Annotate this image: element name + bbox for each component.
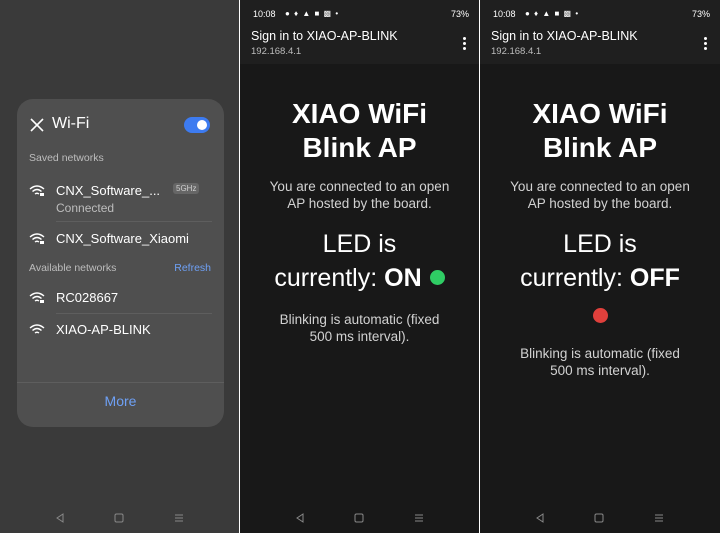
portal-description: You are connected to an open AP hosted b… xyxy=(480,178,720,212)
battery-level: 73% xyxy=(691,9,710,19)
blink-note: Blinking is automatic (fixed 500 ms inte… xyxy=(240,311,479,345)
navigation-bar xyxy=(480,503,720,533)
led-state-value: ON xyxy=(384,264,422,292)
wifi-locked-icon xyxy=(29,233,45,244)
network-name: XIAO-AP-BLINK xyxy=(56,322,151,337)
network-name: CNX_Software_... xyxy=(56,183,161,198)
portal-heading: XIAO WiFi Blink AP xyxy=(240,97,479,165)
portal-screen-led-on: 10:08 ● ♦ ▲ ■ ▩ • 73% Sign in to XIAO-AP… xyxy=(240,0,479,533)
back-icon[interactable] xyxy=(535,513,545,523)
page-url: 192.168.4.1 xyxy=(251,46,302,57)
led-status: LED is currently: OFF xyxy=(480,227,720,325)
led-indicator-dot xyxy=(429,269,445,285)
led-status-line1: LED is xyxy=(563,230,637,258)
description-line2: AP hosted by the board. xyxy=(527,196,673,211)
status-bar: 10:08 ● ♦ ▲ ■ ▩ • 73% xyxy=(240,0,479,26)
led-status-line2: currently: OFF xyxy=(480,261,720,295)
app-bar: Sign in to XIAO-AP-BLINK 192.168.4.1 xyxy=(240,26,479,64)
wifi-toggle[interactable] xyxy=(184,117,210,133)
led-status-prefix: currently: xyxy=(274,264,378,292)
wifi-toggle-knob xyxy=(197,120,207,130)
description-line2: AP hosted by the board. xyxy=(287,196,432,211)
overflow-menu-icon[interactable] xyxy=(704,37,708,51)
wifi-settings-screen: Wi-Fi Saved networks CNX_Software_... 5G… xyxy=(0,0,239,533)
navigation-bar xyxy=(240,503,479,533)
battery-level: 73% xyxy=(450,9,469,19)
portal-description: You are connected to an open AP hosted b… xyxy=(240,178,479,212)
page-title: Sign in to XIAO-AP-BLINK xyxy=(251,29,398,43)
note-line1: Blinking is automatic (fixed xyxy=(279,312,440,327)
notification-icons: ● ♦ ▲ ■ ▩ • xyxy=(525,9,580,18)
network-item[interactable]: XIAO-AP-BLINK xyxy=(17,315,224,345)
status-time: 10:08 xyxy=(253,9,276,19)
led-indicator-dot xyxy=(592,307,608,323)
page-url: 192.168.4.1 xyxy=(491,46,542,57)
home-icon[interactable] xyxy=(114,513,124,523)
navigation-bar xyxy=(0,503,239,533)
portal-heading-line2: Blink AP xyxy=(542,132,658,163)
portal-heading-line1: XIAO WiFi xyxy=(291,98,428,129)
wifi-icon xyxy=(29,324,45,334)
home-icon[interactable] xyxy=(594,513,604,523)
network-item[interactable]: CNX_Software_Xiaomi xyxy=(17,224,224,254)
description-line1: You are connected to an open xyxy=(510,179,690,194)
notification-icons: ● ♦ ▲ ■ ▩ • xyxy=(285,9,340,18)
menu-icon[interactable] xyxy=(654,513,664,523)
wifi-dialog: Wi-Fi Saved networks CNX_Software_... 5G… xyxy=(17,99,224,427)
back-icon[interactable] xyxy=(55,513,65,523)
led-status-line1: LED is xyxy=(322,230,397,258)
band-badge: 5GHz xyxy=(173,183,200,194)
status-time: 10:08 xyxy=(493,9,516,19)
wifi-dialog-title: Wi-Fi xyxy=(52,115,90,132)
wifi-locked-icon xyxy=(29,185,45,196)
app-bar: Sign in to XIAO-AP-BLINK 192.168.4.1 xyxy=(480,26,720,64)
menu-icon[interactable] xyxy=(414,513,424,523)
overflow-menu-icon[interactable] xyxy=(463,37,467,51)
blink-note: Blinking is automatic (fixed 500 ms inte… xyxy=(480,345,720,379)
description-line1: You are connected to an open xyxy=(269,179,450,194)
note-line1: Blinking is automatic (fixed xyxy=(520,346,680,361)
network-status: Connected xyxy=(56,201,115,215)
note-line2: 500 ms interval). xyxy=(550,363,650,378)
menu-icon[interactable] xyxy=(174,513,184,523)
wifi-locked-icon xyxy=(29,292,45,303)
divider xyxy=(17,382,224,383)
saved-networks-label: Saved networks xyxy=(29,152,104,164)
divider xyxy=(56,313,212,314)
portal-screen-led-off: 10:08 ● ♦ ▲ ■ ▩ • 73% Sign in to XIAO-AP… xyxy=(480,0,720,533)
home-icon[interactable] xyxy=(354,513,364,523)
network-item-connected[interactable]: CNX_Software_... 5GHz Connected xyxy=(17,176,224,216)
available-networks-label: Available networks xyxy=(29,262,117,274)
portal-heading-line1: XIAO WiFi xyxy=(532,98,668,129)
led-status: LED is currently: ON xyxy=(240,227,479,295)
led-status-prefix: currently: xyxy=(520,264,623,292)
led-indicator-row xyxy=(480,295,720,325)
portal-heading: XIAO WiFi Blink AP xyxy=(480,97,720,165)
status-bar: 10:08 ● ♦ ▲ ■ ▩ • 73% xyxy=(480,0,720,26)
led-status-line2: currently: ON xyxy=(240,261,479,295)
led-state-value: OFF xyxy=(629,264,680,292)
network-item[interactable]: RC028667 xyxy=(17,283,224,313)
wifi-dialog-header: Wi-Fi xyxy=(17,113,224,139)
network-name: CNX_Software_Xiaomi xyxy=(56,231,189,246)
close-icon[interactable] xyxy=(29,117,45,133)
portal-heading-line2: Blink AP xyxy=(302,132,417,163)
page-title: Sign in to XIAO-AP-BLINK xyxy=(491,29,638,43)
divider xyxy=(56,221,212,222)
back-icon[interactable] xyxy=(295,513,305,523)
refresh-button[interactable]: Refresh xyxy=(174,262,211,274)
network-name: RC028667 xyxy=(56,290,119,305)
more-button[interactable]: More xyxy=(17,393,224,409)
note-line2: 500 ms interval). xyxy=(309,329,410,344)
